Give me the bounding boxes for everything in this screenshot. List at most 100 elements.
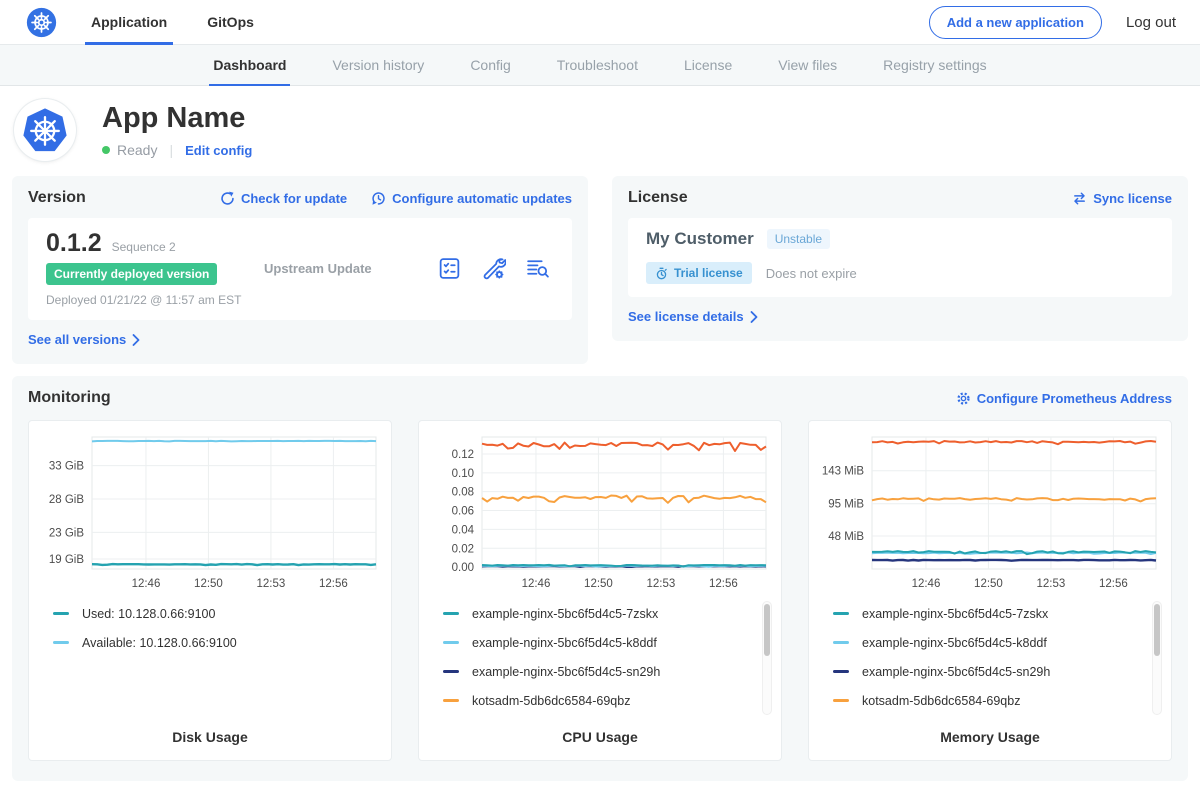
svg-text:12:50: 12:50 bbox=[194, 578, 223, 590]
svg-text:23 GiB: 23 GiB bbox=[49, 527, 84, 539]
svg-text:143 MiB: 143 MiB bbox=[822, 466, 865, 478]
view-diff-icon[interactable] bbox=[525, 256, 550, 281]
subnav-tab[interactable]: Troubleshoot bbox=[557, 45, 638, 85]
top-nav: Application GitOps Add a new application… bbox=[0, 0, 1200, 45]
cpu-usage-title: CPU Usage bbox=[562, 729, 637, 745]
scrollbar-thumb[interactable] bbox=[1154, 604, 1160, 656]
memory-usage-panel: 48 MiB95 MiB143 MiB12:4612:5012:5312:56 … bbox=[808, 420, 1172, 761]
subnav-tab-label: Version history bbox=[332, 57, 424, 73]
ready-status-dot bbox=[102, 146, 110, 154]
logout-button[interactable]: Log out bbox=[1126, 14, 1176, 31]
sequence-label: Sequence 2 bbox=[112, 240, 176, 254]
version-number: 0.1.2 bbox=[46, 229, 102, 258]
legend-color-dash bbox=[443, 612, 459, 615]
check-for-update-link[interactable]: Check for update bbox=[220, 191, 347, 206]
legend-scrollbar[interactable] bbox=[762, 601, 772, 715]
disk-usage-legend: Used: 10.128.0.66:9100 Available: 10.128… bbox=[29, 593, 391, 657]
channel-badge: Unstable bbox=[767, 229, 830, 249]
version-card: Version Check for update Configure autom… bbox=[12, 176, 588, 364]
configure-prometheus-link[interactable]: Configure Prometheus Address bbox=[956, 391, 1172, 406]
legend-color-dash bbox=[833, 699, 849, 702]
app-logo-icon bbox=[14, 99, 76, 161]
svg-text:48 MiB: 48 MiB bbox=[828, 531, 864, 543]
subnav-tab-label: License bbox=[684, 57, 732, 73]
license-expiry-label: Does not expire bbox=[766, 266, 857, 281]
disk-usage-title: Disk Usage bbox=[172, 729, 247, 745]
subnav-tab-label: Config bbox=[470, 57, 510, 73]
subnav-tab-label: Dashboard bbox=[213, 57, 286, 73]
see-all-versions-link[interactable]: See all versions bbox=[28, 332, 140, 347]
legend-label: example-nginx-5bc6f5d4c5-k8ddf bbox=[862, 636, 1047, 650]
see-license-details-link[interactable]: See license details bbox=[628, 309, 758, 324]
gear-icon bbox=[956, 391, 971, 406]
legend-label: Used: 10.128.0.66:9100 bbox=[82, 607, 215, 621]
subnav-tab[interactable]: Registry settings bbox=[883, 45, 986, 85]
svg-text:0.12: 0.12 bbox=[452, 449, 474, 461]
svg-text:12:46: 12:46 bbox=[912, 578, 941, 590]
legend-item[interactable]: example-nginx-5bc6f5d4c5-sn29h bbox=[443, 657, 755, 686]
configure-automatic-updates-link[interactable]: Configure automatic updates bbox=[371, 191, 572, 206]
legend-item[interactable]: kotsadm-5db6dc6584-69qbz bbox=[833, 686, 1145, 715]
legend-color-dash bbox=[53, 641, 69, 644]
topnav-tabs: Application GitOps bbox=[91, 0, 294, 44]
legend-label: kotsadm-5db6dc6584-69qbz bbox=[472, 694, 630, 708]
scrollbar-thumb[interactable] bbox=[764, 604, 770, 656]
refresh-icon bbox=[220, 191, 235, 206]
memory-usage-chart: 48 MiB95 MiB143 MiB12:4612:5012:5312:56 bbox=[816, 427, 1164, 593]
license-card-title: License bbox=[628, 189, 688, 207]
legend-item[interactable]: example-nginx-5bc6f5d4c5-k8ddf bbox=[443, 628, 755, 657]
monitoring-title: Monitoring bbox=[28, 389, 111, 407]
preflight-checks-icon[interactable] bbox=[437, 256, 462, 281]
schedule-update-icon bbox=[371, 191, 386, 206]
legend-item[interactable]: example-nginx-5bc6f5d4c5-7zskx bbox=[833, 599, 1145, 628]
subnav-tab[interactable]: Config bbox=[470, 45, 510, 85]
stopwatch-icon bbox=[655, 267, 668, 280]
svg-text:12:53: 12:53 bbox=[257, 578, 286, 590]
svg-text:95 MiB: 95 MiB bbox=[828, 499, 864, 511]
svg-text:33 GiB: 33 GiB bbox=[49, 461, 84, 473]
topnav-tab[interactable]: GitOps bbox=[207, 0, 254, 44]
config-wrench-icon[interactable] bbox=[481, 256, 506, 281]
subnav-tab[interactable]: License bbox=[684, 45, 732, 85]
svg-text:0.08: 0.08 bbox=[452, 487, 474, 499]
legend-scrollbar[interactable] bbox=[1152, 601, 1162, 715]
ready-status-label: Ready bbox=[117, 142, 157, 158]
legend-label: example-nginx-5bc6f5d4c5-k8ddf bbox=[472, 636, 657, 650]
legend-item[interactable]: Used: 10.128.0.66:9100 bbox=[53, 599, 365, 628]
legend-color-dash bbox=[443, 670, 459, 673]
legend-item[interactable]: example-nginx-5bc6f5d4c5-k8ddf bbox=[833, 628, 1145, 657]
legend-item[interactable]: kotsadm-5db6dc6584-69qbz bbox=[443, 686, 755, 715]
svg-text:0.04: 0.04 bbox=[452, 524, 475, 536]
topnav-tab[interactable]: Application bbox=[91, 0, 167, 44]
svg-text:12:56: 12:56 bbox=[319, 578, 348, 590]
svg-text:0.10: 0.10 bbox=[452, 468, 474, 480]
svg-text:12:53: 12:53 bbox=[647, 578, 676, 590]
subnav-tab[interactable]: Dashboard bbox=[213, 45, 286, 85]
subnav-tab[interactable]: Version history bbox=[332, 45, 424, 85]
legend-item[interactable]: example-nginx-5bc6f5d4c5-sn29h bbox=[833, 657, 1145, 686]
subnav-tab[interactable]: View files bbox=[778, 45, 837, 85]
legend-color-dash bbox=[833, 612, 849, 615]
memory-usage-legend: example-nginx-5bc6f5d4c5-7zskx example-n… bbox=[809, 593, 1171, 715]
svg-text:12:50: 12:50 bbox=[584, 578, 613, 590]
sync-license-link[interactable]: Sync license bbox=[1072, 191, 1172, 206]
deployed-version-badge: Currently deployed version bbox=[46, 263, 217, 285]
subnav-tab-label: Troubleshoot bbox=[557, 57, 638, 73]
legend-item[interactable]: example-nginx-5bc6f5d4c5-7zskx bbox=[443, 599, 755, 628]
legend-label: example-nginx-5bc6f5d4c5-7zskx bbox=[862, 607, 1048, 621]
page-title: App Name bbox=[102, 102, 252, 135]
status-divider: | bbox=[169, 142, 173, 158]
disk-usage-panel: 19 GiB23 GiB28 GiB33 GiB12:4612:5012:531… bbox=[28, 420, 392, 761]
legend-label: Available: 10.128.0.66:9100 bbox=[82, 636, 237, 650]
legend-color-dash bbox=[53, 612, 69, 615]
deployed-timestamp: Deployed 01/21/22 @ 11:57 am EST bbox=[46, 293, 258, 307]
legend-color-dash bbox=[443, 699, 459, 702]
svg-text:12:56: 12:56 bbox=[1099, 578, 1128, 590]
add-application-button[interactable]: Add a new application bbox=[929, 6, 1102, 39]
svg-text:19 GiB: 19 GiB bbox=[49, 554, 84, 566]
license-card: License Sync license My Customer Unstabl… bbox=[612, 176, 1188, 341]
legend-color-dash bbox=[833, 670, 849, 673]
legend-item[interactable]: Available: 10.128.0.66:9100 bbox=[53, 628, 365, 657]
svg-text:28 GiB: 28 GiB bbox=[49, 494, 84, 506]
edit-config-link[interactable]: Edit config bbox=[185, 143, 252, 158]
